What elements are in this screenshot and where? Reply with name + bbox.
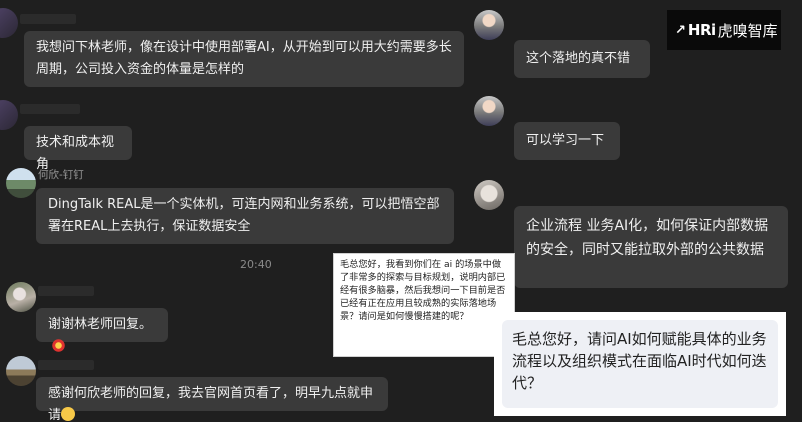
left-chat-pane: 我想问下林老师，像在设计中使用部署AI，从开始到可以用大约需要多长周期，公司投入… — [0, 0, 490, 422]
question-text: 毛总您好，请问AI如何赋能具体的业务流程以及组织模式在面临AI时代如何迭代？ — [512, 330, 767, 392]
message-bubble: 谢谢林老师回复。 — [36, 308, 168, 352]
sender-name: 何欣-钉钉 — [38, 169, 84, 181]
message-bubble: 感谢何欣老师的回复，我去官网首页看了，明早九点就申请 — [36, 377, 388, 422]
sender-name-redacted — [38, 360, 94, 370]
avatar[interactable] — [474, 96, 504, 126]
flower-emoji-icon — [52, 339, 65, 352]
message-text: 企业流程 业务AI化，如何保证内部数据的安全，同时又能拉取外部的公共数据 — [526, 218, 769, 258]
logo-mark: HRi — [687, 21, 716, 39]
arrow-logo-icon: ↗ — [675, 22, 686, 38]
message-text: 谢谢林老师回复。 — [48, 317, 153, 332]
huxiu-logo: ↗ HRi 虎嗅智库 — [667, 10, 781, 50]
question-bubble: 毛总您好，请问AI如何赋能具体的业务流程以及组织模式在面临AI时代如何迭代？ — [502, 320, 778, 408]
message-text: 这个落地的真不错 — [526, 51, 631, 66]
message-text: 可以学习一下 — [526, 133, 605, 148]
question-card-small: 毛总您好，我看到你们在 ai 的场景中做了非常多的探索与目标规划，说明内部已经有… — [334, 254, 514, 356]
avatar[interactable] — [6, 282, 36, 312]
message-bubble: 技术和成本视角 — [24, 126, 132, 172]
message-text: 我想问下林老师，像在设计中使用部署AI，从开始到可以用大约需要多长周期，公司投入… — [36, 40, 452, 77]
avatar[interactable] — [0, 8, 18, 38]
avatar[interactable] — [474, 180, 504, 210]
message-bubble: 这个落地的真不错 — [514, 40, 650, 78]
pleading-face-emoji-icon — [61, 407, 76, 421]
avatar[interactable] — [6, 356, 36, 386]
timestamp: 20:40 — [240, 258, 272, 271]
question-text: 毛总您好，我看到你们在 ai 的场景中做了非常多的探索与目标规划，说明内部已经有… — [340, 259, 506, 322]
message-bubble: 我想问下林老师，像在设计中使用部署AI，从开始到可以用大约需要多长周期，公司投入… — [24, 31, 464, 87]
avatar[interactable] — [0, 100, 18, 130]
message-bubble: 企业流程 业务AI化，如何保证内部数据的安全，同时又能拉取外部的公共数据 — [514, 206, 788, 288]
message-text: DingTalk REAL是一个实体机，可连内网和业务系统，可以把悟空部署在RE… — [48, 197, 440, 234]
message-bubble: 可以学习一下 — [514, 122, 620, 160]
message-text: 感谢何欣老师的回复，我去官网首页看了，明早九点就申请 — [48, 386, 374, 422]
avatar[interactable] — [6, 168, 36, 198]
sender-name-redacted — [20, 14, 76, 24]
message-bubble: DingTalk REAL是一个实体机，可连内网和业务系统，可以把悟空部署在RE… — [36, 188, 454, 244]
sender-name-redacted — [38, 286, 94, 296]
logo-brand: 虎嗅智库 — [717, 21, 778, 40]
avatar[interactable] — [474, 10, 504, 40]
sender-name-redacted — [20, 104, 80, 114]
question-card-large: 毛总您好，请问AI如何赋能具体的业务流程以及组织模式在面临AI时代如何迭代？ — [494, 312, 786, 416]
